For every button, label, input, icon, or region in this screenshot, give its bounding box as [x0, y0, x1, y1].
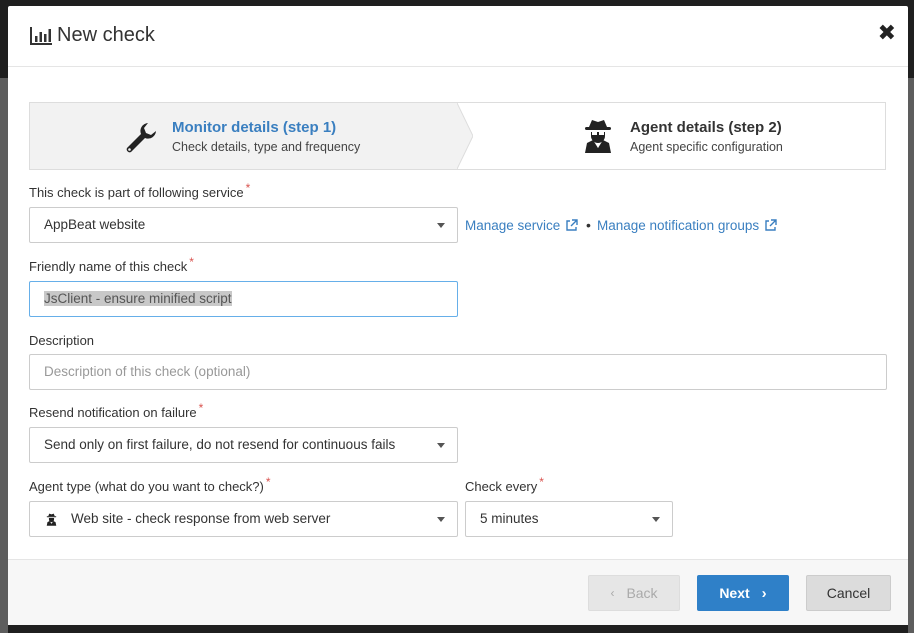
manage-groups-link-text: Manage notification groups	[597, 218, 760, 233]
step-agent-details[interactable]: Agent details (step 2) Agent specific co…	[473, 103, 885, 169]
cancel-button[interactable]: Cancel	[806, 575, 891, 611]
step-1-title: Monitor details (step 1)	[172, 119, 337, 136]
manage-service-link[interactable]: Manage service	[465, 218, 579, 233]
modal-header: New check ✖	[8, 6, 908, 67]
cancel-button-label: Cancel	[826, 585, 871, 601]
service-label-text: This check is part of following service	[29, 185, 244, 200]
bar-chart-icon	[30, 26, 52, 45]
manage-notification-groups-link[interactable]: Manage notification groups	[597, 218, 777, 233]
friendly-name-label-text: Friendly name of this check	[29, 259, 188, 274]
chevron-right-icon: ›	[761, 584, 767, 602]
required-marker: *	[265, 475, 271, 489]
agent-type-label: Agent type (what do you want to check?) *	[29, 475, 271, 494]
check-every-label: Check every *	[465, 475, 544, 494]
chevron-down-icon	[437, 223, 445, 228]
step-separator-arrow	[457, 103, 473, 169]
spy-agent-icon	[585, 120, 611, 153]
external-link-icon	[566, 219, 579, 231]
friendly-name-label: Friendly name of this check *	[29, 255, 194, 274]
agent-type-label-text: Agent type (what do you want to check?)	[29, 479, 264, 494]
wizard-steps: Monitor details (step 1) Check details, …	[29, 102, 886, 170]
links-separator: •	[586, 217, 591, 233]
service-select[interactable]: AppBeat website	[29, 207, 458, 243]
modal-footer: ‹ Back Next › Cancel	[8, 559, 908, 625]
service-select-value: AppBeat website	[44, 217, 146, 232]
external-link-icon	[765, 219, 777, 231]
description-label: Description	[29, 333, 94, 348]
service-label: This check is part of following service *	[29, 181, 250, 200]
resend-notification-label: Resend notification on failure *	[29, 401, 203, 420]
backdrop	[0, 78, 8, 633]
step-2-subtitle: Agent specific configuration	[630, 140, 783, 154]
step-monitor-details[interactable]: Monitor details (step 1) Check details, …	[30, 103, 458, 169]
new-check-dialog: New check ✖ Monitor details (step 1) Che…	[8, 6, 908, 625]
next-button[interactable]: Next ›	[697, 575, 789, 611]
close-icon: ✖	[877, 20, 896, 45]
chevron-down-icon	[437, 443, 445, 448]
friendly-name-value: JsClient - ensure minified script	[44, 291, 232, 306]
modal-title: New check	[30, 24, 155, 47]
check-every-select[interactable]: 5 minutes	[465, 501, 673, 537]
resend-select-value: Send only on first failure, do not resen…	[44, 437, 396, 452]
required-marker: *	[539, 475, 544, 489]
check-every-value: 5 minutes	[480, 511, 539, 526]
agent-type-select[interactable]: Web site - check response from web serve…	[29, 501, 458, 537]
required-marker: *	[189, 255, 194, 269]
resend-notification-select[interactable]: Send only on first failure, do not resen…	[29, 427, 458, 463]
chevron-left-icon: ‹	[610, 586, 615, 600]
description-label-text: Description	[29, 333, 95, 348]
spy-agent-icon	[46, 513, 57, 526]
required-marker: *	[245, 181, 251, 195]
agent-type-value: Web site - check response from web serve…	[71, 511, 331, 526]
description-placeholder: Description of this check (optional)	[44, 364, 251, 379]
manage-service-link-text: Manage service	[465, 218, 561, 233]
next-button-label: Next	[719, 585, 750, 601]
step-2-title: Agent details (step 2)	[630, 119, 782, 136]
back-button[interactable]: ‹ Back	[588, 575, 680, 611]
chevron-down-icon	[437, 517, 445, 522]
backdrop	[908, 78, 914, 633]
resend-label-text: Resend notification on failure	[29, 405, 197, 420]
description-input[interactable]: Description of this check (optional)	[29, 354, 887, 390]
wrench-icon	[126, 123, 156, 153]
check-every-label-text: Check every	[465, 479, 538, 494]
step-1-subtitle: Check details, type and frequency	[172, 140, 361, 154]
required-marker: *	[198, 401, 204, 415]
back-button-label: Back	[626, 585, 658, 601]
modal-title-text: New check	[57, 24, 155, 46]
close-button[interactable]: ✖	[878, 22, 896, 44]
chevron-down-icon	[652, 517, 660, 522]
friendly-name-input[interactable]: JsClient - ensure minified script	[29, 281, 458, 317]
